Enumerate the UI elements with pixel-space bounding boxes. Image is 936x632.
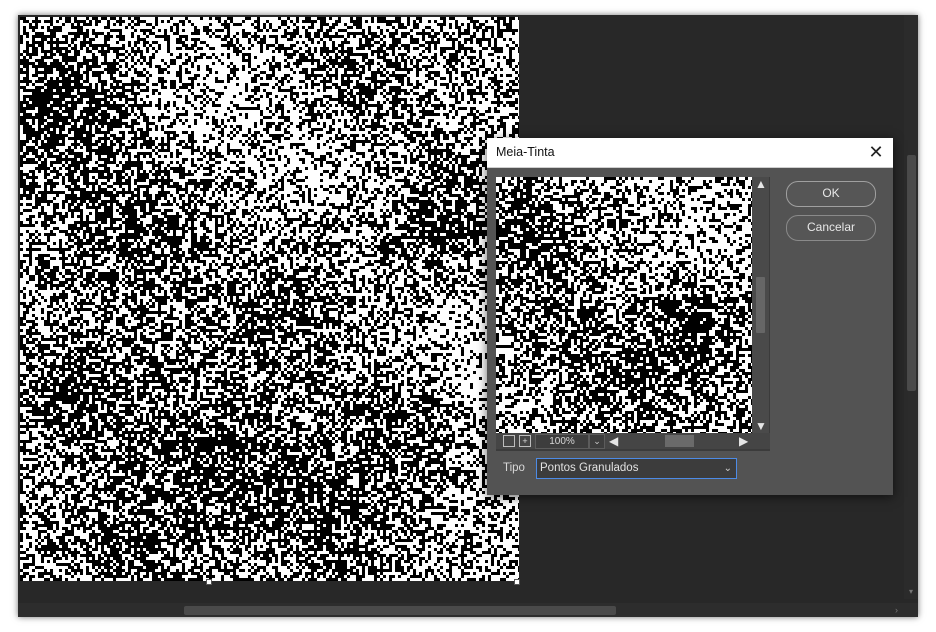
transform-handle[interactable] — [206, 579, 212, 585]
preview-image[interactable] — [496, 177, 754, 435]
horizontal-scrollbar[interactable]: › — [18, 603, 904, 617]
ok-button[interactable]: OK — [786, 181, 876, 207]
zoom-level[interactable]: 100% — [535, 434, 589, 449]
zoom-out-icon[interactable] — [503, 435, 515, 447]
document-canvas[interactable] — [20, 17, 521, 581]
preview-scroll-thumb[interactable] — [756, 277, 765, 333]
chevron-down-icon: ⌄ — [723, 463, 732, 474]
dialog-titlebar[interactable]: Meia-Tinta ✕ — [487, 138, 893, 168]
zoom-in-icon[interactable]: + — [519, 435, 531, 447]
preview-horizontal-scroll-thumb[interactable] — [665, 435, 694, 447]
scroll-right-icon[interactable]: ▶ — [739, 433, 748, 449]
dialog-title: Meia-Tinta — [496, 145, 555, 159]
preview-controls: + 100% ⌄ ◀ ▶ — [496, 433, 770, 449]
scroll-left-icon[interactable]: ◀ — [609, 433, 618, 449]
scroll-down-icon[interactable]: ▼ — [754, 419, 768, 433]
vertical-scrollbar[interactable]: ▾ — [904, 15, 918, 599]
halftone-dialog: Meia-Tinta ✕ ▲ ▼ + 100% ⌄ ◀ ▶ OK Cancela… — [487, 138, 893, 495]
type-select-value: Pontos Granulados — [540, 462, 639, 474]
transform-handle[interactable] — [514, 579, 520, 585]
cancel-button[interactable]: Cancelar — [786, 215, 876, 241]
chevron-down-icon[interactable]: ⌄ — [589, 434, 605, 449]
horizontal-scroll-thumb[interactable] — [184, 606, 616, 615]
type-label: Tipo — [503, 462, 525, 474]
preview-vertical-scrollbar[interactable]: ▲ ▼ — [752, 177, 769, 433]
type-select[interactable]: Pontos Granulados ⌄ — [536, 458, 737, 479]
scroll-right-icon[interactable]: › — [895, 605, 898, 615]
filter-preview: ▲ ▼ + 100% ⌄ ◀ ▶ — [496, 177, 770, 451]
close-icon[interactable]: ✕ — [865, 141, 887, 163]
scroll-down-icon[interactable]: ▾ — [906, 587, 916, 597]
scrollbar-corner — [904, 603, 918, 617]
vertical-scroll-thumb[interactable] — [907, 155, 916, 391]
scroll-up-icon[interactable]: ▲ — [754, 177, 768, 191]
